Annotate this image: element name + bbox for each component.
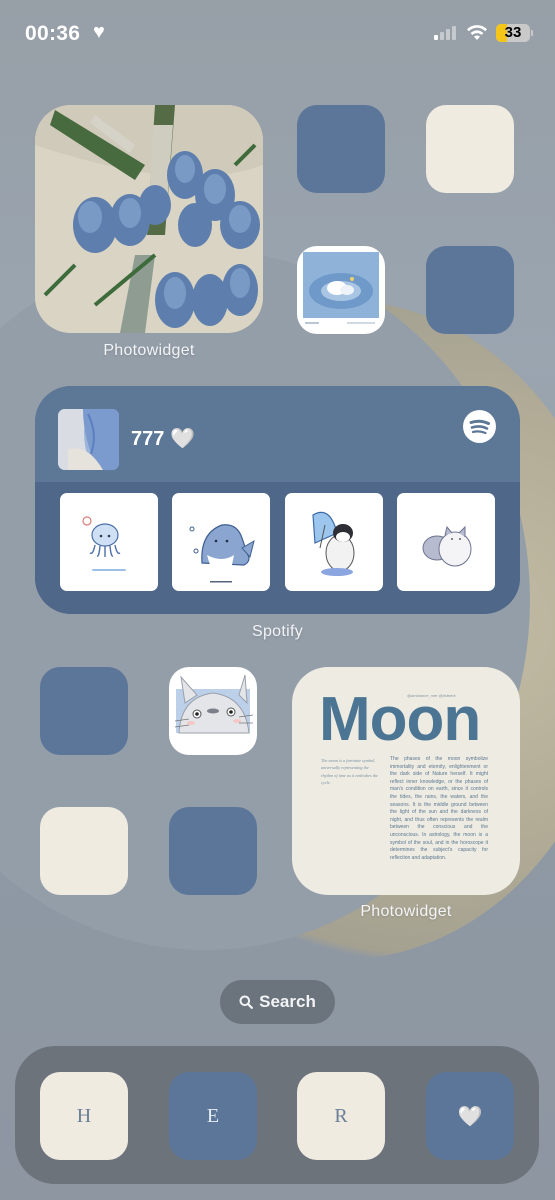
spotify-label: Spotify xyxy=(251,623,303,640)
search-label: Search xyxy=(259,992,316,1011)
fluffy-cat-sticker[interactable] xyxy=(397,493,495,591)
dock-app-r[interactable]: R xyxy=(297,1072,385,1160)
sleeping-character-app-icon[interactable] xyxy=(297,246,385,334)
blue-app-icon-2[interactable] xyxy=(426,246,514,334)
battery-indicator: 33 xyxy=(496,24,530,42)
sleeping-character-image xyxy=(303,252,379,324)
blue-app-icon-4[interactable] xyxy=(169,807,257,895)
search-button[interactable]: Search xyxy=(220,980,335,1024)
spotify-icon[interactable] xyxy=(463,410,496,443)
blue-app-icon[interactable] xyxy=(297,105,385,193)
dock: H E R 🤍 xyxy=(15,1046,539,1184)
photowidget-label: Photowidget xyxy=(103,342,195,359)
totoro-app-icon[interactable] xyxy=(169,667,257,755)
home-screen: 00:36 ♥ 33 Photowidget 777 🤍 Spotify @am… xyxy=(0,0,555,1200)
spotify-widget[interactable]: 777 🤍 xyxy=(35,386,520,614)
shark-sticker[interactable] xyxy=(172,493,270,591)
white-heart-icon: 🤍 xyxy=(457,1104,483,1128)
dock-app-e[interactable]: E xyxy=(169,1072,257,1160)
cream-app-icon-2[interactable] xyxy=(40,807,128,895)
photowidget-moon[interactable]: @ambiance_mer @itsfnerk Moon The moon is… xyxy=(292,667,520,895)
cream-app-icon[interactable] xyxy=(426,105,514,193)
album-cover-art xyxy=(58,409,119,470)
battery-tip xyxy=(531,30,533,36)
moon-widget-label: Photowidget xyxy=(360,903,452,920)
dock-app-label: R xyxy=(334,1104,348,1127)
track-title: 777 🤍 xyxy=(131,428,195,450)
photowidget-tulips[interactable] xyxy=(35,105,263,333)
jellyfish-sticker[interactable] xyxy=(60,493,158,591)
moon-side-text: The moon is a feminine symbol, universal… xyxy=(321,758,378,785)
heart-icon: ♥ xyxy=(93,21,105,43)
moon-body-text: The phases of the moon symbolize immorta… xyxy=(390,756,488,861)
search-icon xyxy=(239,995,254,1009)
blue-app-icon-3[interactable] xyxy=(40,667,128,755)
dock-app-label: H xyxy=(76,1104,92,1127)
battery-percent: 33 xyxy=(504,24,522,41)
moon-title: Moon xyxy=(319,685,481,754)
album-cover[interactable] xyxy=(58,409,119,470)
white-heart-icon: 🤍 xyxy=(169,428,195,450)
totoro-image xyxy=(174,674,254,734)
cellular-signal-icon xyxy=(434,26,456,40)
tulips-photo xyxy=(35,105,263,333)
status-time: 00:36 xyxy=(25,22,81,45)
status-bar: 00:36 ♥ 33 xyxy=(0,0,555,70)
wifi-icon xyxy=(467,25,487,40)
dock-app-label: E xyxy=(206,1104,220,1127)
dock-app-heart[interactable]: 🤍 xyxy=(426,1072,514,1160)
penguin-umbrella-sticker[interactable] xyxy=(285,493,383,591)
dock-app-h[interactable]: H xyxy=(40,1072,128,1160)
